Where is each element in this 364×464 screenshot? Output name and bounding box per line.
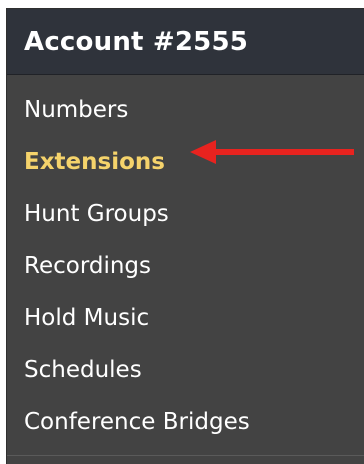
menu-item-numbers[interactable]: Numbers [7,84,364,136]
arrow-head [190,140,216,164]
account-title: Account #2555 [24,26,249,57]
arrow-shaft [214,149,354,155]
bottom-divider [7,455,364,456]
menu-item-recordings[interactable]: Recordings [7,240,364,292]
menu-item-schedules[interactable]: Schedules [7,344,364,396]
menu-item-hold-music[interactable]: Hold Music [7,292,364,344]
menu-item-hunt-groups[interactable]: Hunt Groups [7,188,364,240]
menu-item-conference-bridges[interactable]: Conference Bridges [7,396,364,448]
arrow-left-icon [190,140,354,164]
account-header: Account #2555 [7,9,364,75]
account-sidebar: Account #2555 Numbers Extensions Hunt Gr… [6,8,364,464]
